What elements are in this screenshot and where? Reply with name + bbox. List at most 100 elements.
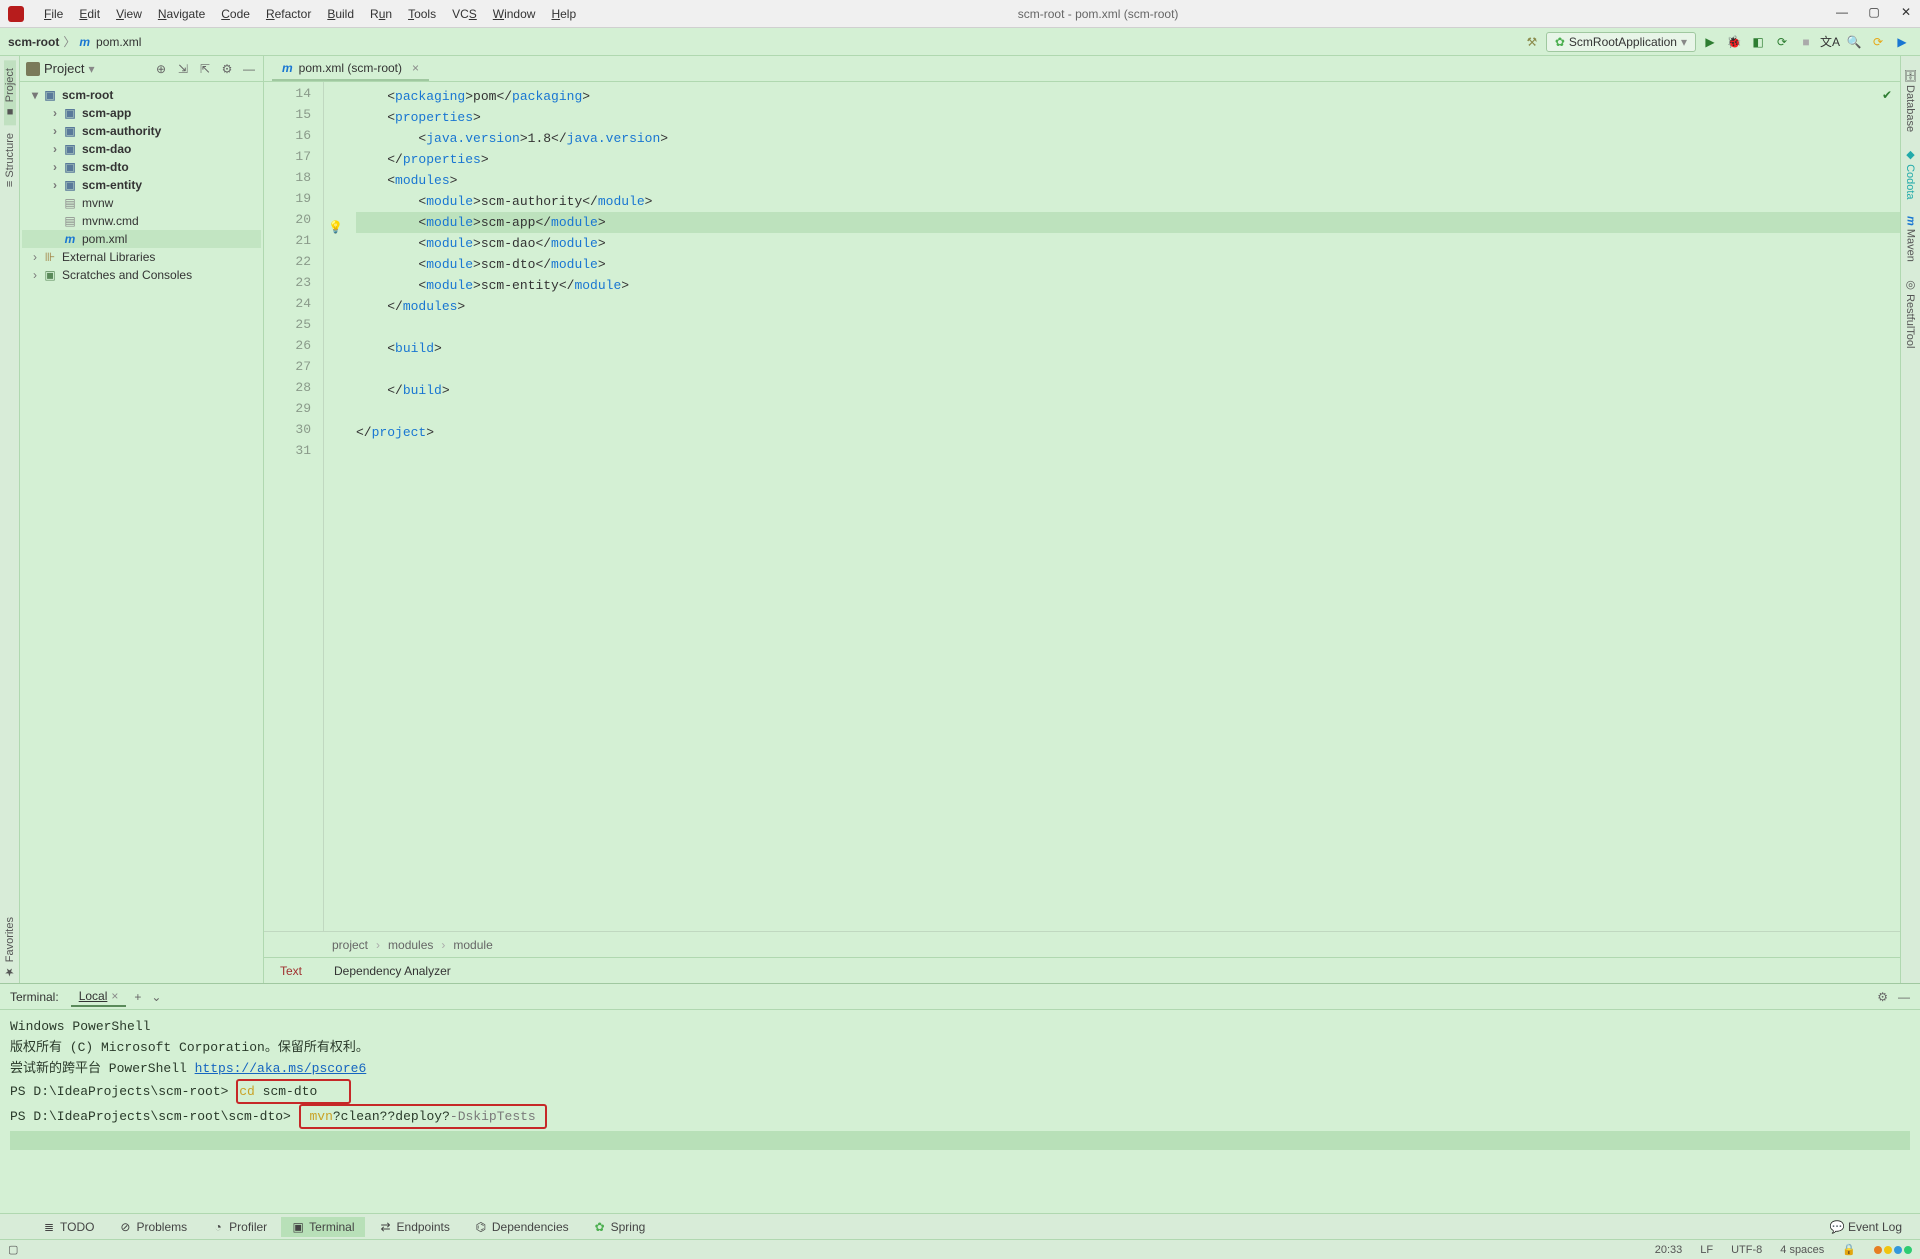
debug-icon[interactable]: 🐞 <box>1724 32 1744 52</box>
encoding[interactable]: UTF-8 <box>1731 1244 1762 1256</box>
status-indicators[interactable] <box>1874 1246 1912 1254</box>
editor-body[interactable]: 141516171819202122232425262728293031 💡 <… <box>264 82 1900 931</box>
tree-node-scratches[interactable]: ›▣Scratches and Consoles <box>22 266 261 284</box>
line-ending[interactable]: LF <box>1700 1244 1713 1256</box>
terminal-line: PS D:\IdeaProjects\scm-root\scm-dto> mvn… <box>10 1104 1910 1129</box>
indent[interactable]: 4 spaces <box>1780 1244 1824 1256</box>
hide-icon[interactable]: — <box>1898 990 1910 1004</box>
tree-node-ext-libs[interactable]: ›⊪External Libraries <box>22 248 261 266</box>
bulb-icon[interactable]: 💡 <box>328 220 343 234</box>
project-panel-title[interactable]: Project <box>44 61 84 76</box>
editor-breadcrumb: project › modules › module <box>264 931 1900 957</box>
tool-event-log[interactable]: 💬Event Log <box>1820 1217 1912 1237</box>
breadcrumb: scm-root 〉 m pom.xml <box>8 33 141 50</box>
terminal-body[interactable]: Windows PowerShell 版权所有 (C) Microsoft Co… <box>0 1010 1920 1213</box>
left-tool-strip: ■ Project ≡ Structure <box>0 56 20 983</box>
tree-node-app[interactable]: ›▣scm-app <box>22 104 261 122</box>
tool-maven[interactable]: m Maven <box>1905 208 1917 270</box>
tree-node-root[interactable]: ▾▣scm-root <box>22 86 261 104</box>
menu-tools[interactable]: Tools <box>400 7 444 21</box>
run-config-selector[interactable]: ✿ ScmRootApplication ▾ <box>1546 32 1696 52</box>
expand-icon[interactable]: ⇲ <box>175 61 191 77</box>
add-terminal-icon[interactable]: + <box>134 990 141 1004</box>
tree-node-entity[interactable]: ›▣scm-entity <box>22 176 261 194</box>
stop-icon[interactable]: ■ <box>1796 32 1816 52</box>
breadcrumb-project[interactable]: scm-root <box>8 35 59 49</box>
code-content[interactable]: <packaging>pom</packaging> <properties> … <box>348 82 1900 931</box>
gear-icon[interactable]: ⚙ <box>1877 990 1888 1004</box>
caret-position[interactable]: 20:33 <box>1655 1244 1683 1256</box>
minimize-icon[interactable]: — <box>1836 6 1848 18</box>
maven-file-icon: m <box>79 35 90 49</box>
tool-todo[interactable]: ≣TODO <box>32 1217 104 1237</box>
tree-node-authority[interactable]: ›▣scm-authority <box>22 122 261 140</box>
tool-profiler[interactable]: ◔Profiler <box>201 1217 277 1237</box>
tree-node-mvnwcmd[interactable]: ▤mvnw.cmd <box>22 212 261 230</box>
close-tab-icon[interactable]: × <box>412 61 419 75</box>
profile-icon[interactable]: ⟳ <box>1772 32 1792 52</box>
tool-dependencies[interactable]: ⌬Dependencies <box>464 1217 579 1237</box>
trail-project[interactable]: project <box>332 938 368 952</box>
close-tab-icon[interactable]: × <box>111 989 118 1003</box>
search-icon[interactable]: 🔍 <box>1844 32 1864 52</box>
tree-node-pom[interactable]: mpom.xml <box>22 230 261 248</box>
terminal-tab-local[interactable]: Local × <box>71 987 127 1007</box>
inspection-ok-icon[interactable]: ✔ <box>1882 88 1892 102</box>
gutter-marks: 💡 <box>324 82 348 931</box>
tool-favorites[interactable]: ★ Favorites <box>1 911 18 984</box>
trail-modules[interactable]: modules <box>388 938 433 952</box>
maximize-icon[interactable]: ▢ <box>1868 6 1880 18</box>
chevron-down-icon[interactable]: ▾ <box>88 62 94 76</box>
gear-icon[interactable]: ⚙ <box>219 61 235 77</box>
menu-window[interactable]: Window <box>485 7 544 21</box>
menu-view[interactable]: View <box>108 7 150 21</box>
tool-codota[interactable]: ◆ Codota <box>1904 140 1917 208</box>
tool-database[interactable]: 🗄 Database <box>1904 60 1917 140</box>
menu-file[interactable]: FFileile <box>36 7 71 21</box>
window-title: scm-root - pom.xml (scm-root) <box>584 7 1912 21</box>
editor-tab-pom[interactable]: m pom.xml (scm-root) × <box>272 57 429 81</box>
tool-endpoints[interactable]: ⇄Endpoints <box>369 1217 460 1237</box>
build-icon[interactable]: ⚒ <box>1522 32 1542 52</box>
locate-icon[interactable]: ⊕ <box>153 61 169 77</box>
close-icon[interactable]: ✕ <box>1900 6 1912 18</box>
sync-icon[interactable]: ⟳ <box>1868 32 1888 52</box>
tree-node-dto[interactable]: ›▣scm-dto <box>22 158 261 176</box>
subtab-text[interactable]: Text <box>264 960 318 982</box>
coverage-icon[interactable]: ◧ <box>1748 32 1768 52</box>
menu-code[interactable]: Code <box>213 7 258 21</box>
menu-run[interactable]: Run <box>362 7 400 21</box>
menu-vcs[interactable]: VCS <box>444 7 485 21</box>
menu-refactor[interactable]: Refactor <box>258 7 319 21</box>
terminal-line: PS D:\IdeaProjects\scm-root> cd scm-dto <box>10 1079 1910 1104</box>
tool-project[interactable]: ■ Project <box>4 60 16 125</box>
tool-terminal[interactable]: ▣Terminal <box>281 1217 364 1237</box>
tool-problems[interactable]: ⊘Problems <box>108 1217 197 1237</box>
bottom-tool-strip: ≣TODO ⊘Problems ◔Profiler ▣Terminal ⇄End… <box>0 1213 1920 1239</box>
menu-help[interactable]: Help <box>543 7 584 21</box>
tool-structure[interactable]: ≡ Structure <box>4 125 16 195</box>
chevron-down-icon: ▾ <box>1681 35 1687 49</box>
trail-module[interactable]: module <box>453 938 492 952</box>
tree-node-dao[interactable]: ›▣scm-dao <box>22 140 261 158</box>
terminal-panel: Terminal: Local × + ⌄ ⚙ — Windows PowerS… <box>0 983 1920 1213</box>
menu-edit[interactable]: Edit <box>71 7 108 21</box>
hide-icon[interactable]: — <box>241 61 257 77</box>
readonly-icon[interactable]: 🔒 <box>1842 1243 1856 1256</box>
play-alt-icon[interactable]: ▶ <box>1892 32 1912 52</box>
tool-spring[interactable]: ✿Spring <box>583 1217 656 1237</box>
run-icon[interactable]: ▶ <box>1700 32 1720 52</box>
subtab-dependency[interactable]: Dependency Analyzer <box>318 960 467 982</box>
translate-icon[interactable]: 文A <box>1820 32 1840 52</box>
collapse-icon[interactable]: ⇱ <box>197 61 213 77</box>
menu-build[interactable]: Build <box>319 7 362 21</box>
powershell-link[interactable]: https://aka.ms/pscore6 <box>195 1061 367 1076</box>
main-area: ■ Project ≡ Structure Project ▾ ⊕ ⇲ ⇱ ⚙ … <box>0 56 1920 983</box>
chevron-down-icon[interactable]: ⌄ <box>151 990 161 1004</box>
tree-node-mvnw[interactable]: ▤mvnw <box>22 194 261 212</box>
status-widget-icon[interactable]: ▢ <box>8 1243 18 1256</box>
tool-restful[interactable]: ◎ RestfulTool <box>1904 270 1917 356</box>
menu-navigate[interactable]: Navigate <box>150 7 213 21</box>
breadcrumb-file[interactable]: pom.xml <box>96 35 141 49</box>
project-tree[interactable]: ▾▣scm-root ›▣scm-app ›▣scm-authority ›▣s… <box>20 82 263 288</box>
